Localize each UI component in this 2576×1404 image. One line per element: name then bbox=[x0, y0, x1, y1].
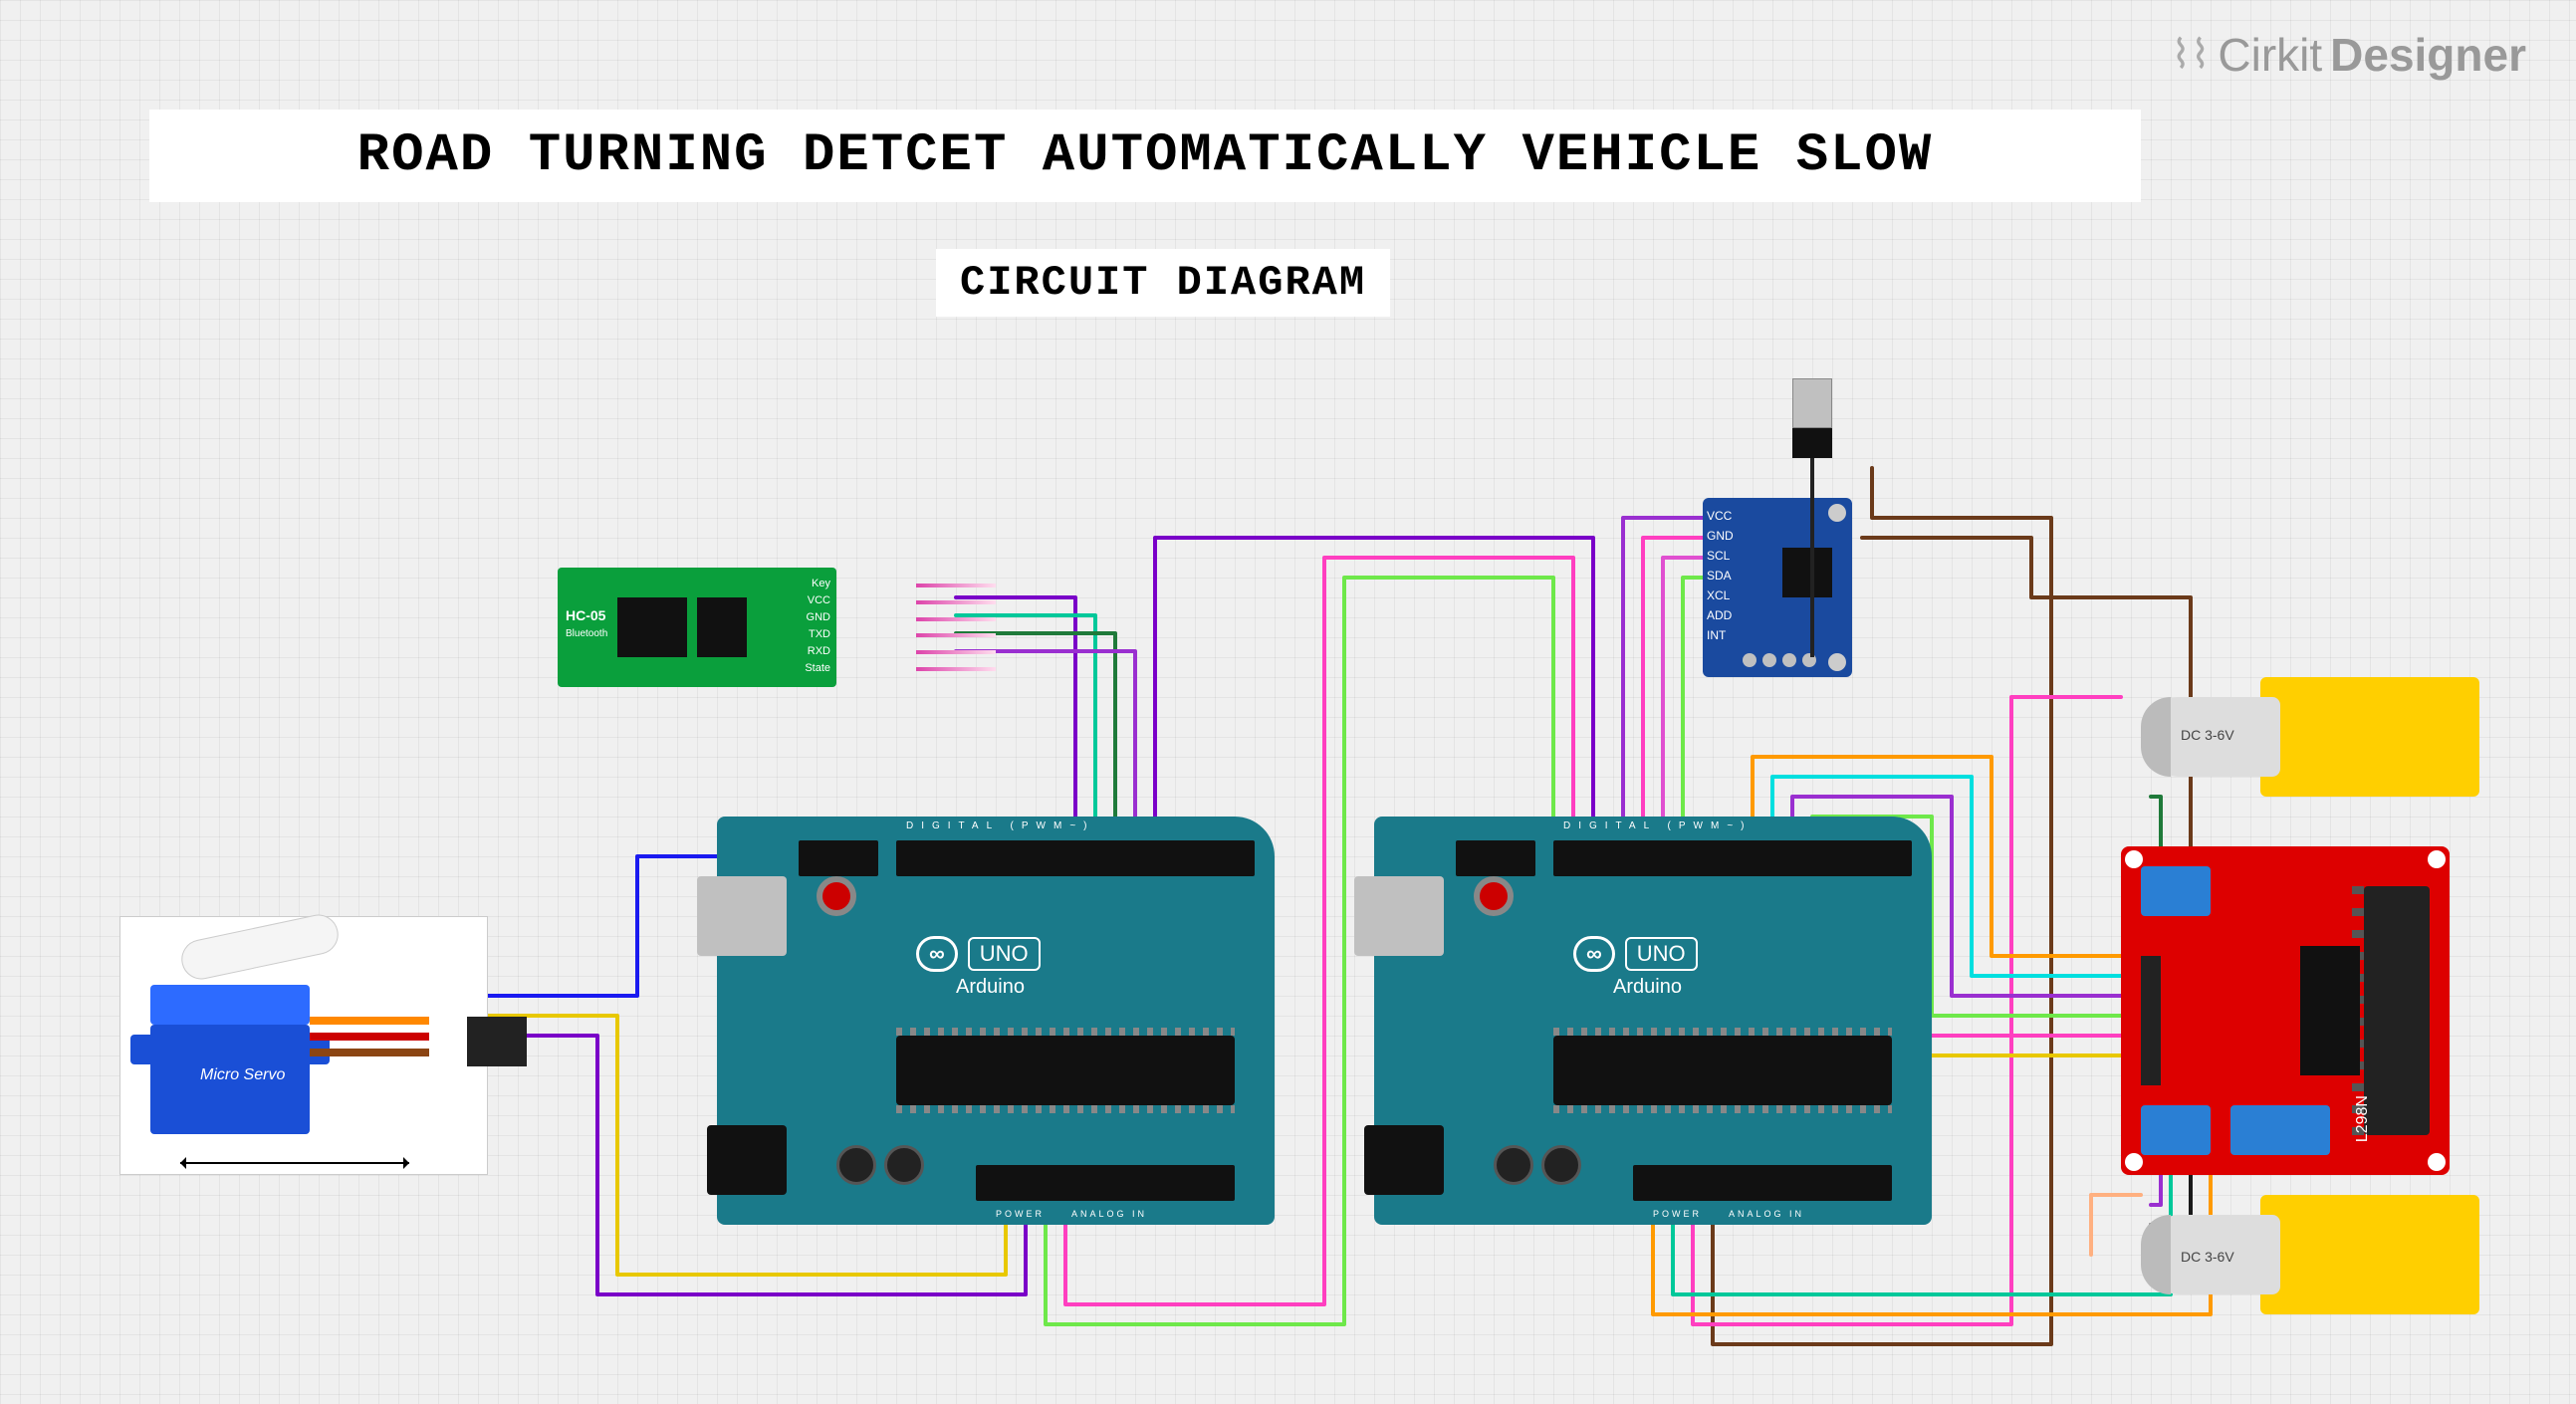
arduino2-reset-button bbox=[1474, 876, 1514, 916]
arduino2-power-analog-header bbox=[1633, 1165, 1892, 1201]
usb-cable-plug bbox=[1792, 378, 1832, 458]
wire-motorB-3 bbox=[2091, 1195, 2141, 1255]
arduino-uno-1: DIGITAL (PWM~) POWER ANALOG IN ∞ UNO Ard… bbox=[717, 817, 1275, 1225]
motor-label: DC 3-6V bbox=[2181, 1249, 2234, 1265]
motor-endcap bbox=[2141, 1215, 2171, 1294]
mpu6050-gyro-module: VCC GND SCL SDA XCL ADD INT bbox=[1703, 498, 1852, 677]
arduino2-model: UNO bbox=[1625, 937, 1698, 971]
servo-top bbox=[150, 985, 310, 1025]
arduino1-power-analog-header bbox=[976, 1165, 1235, 1201]
watermark-product: Designer bbox=[2330, 28, 2526, 82]
motor-gearbox bbox=[2260, 677, 2479, 797]
usb-plug-body bbox=[1792, 428, 1832, 458]
arduino2-logo: ∞ UNO bbox=[1573, 936, 1698, 972]
arduino1-digital-header bbox=[896, 840, 1255, 876]
mpu-chip bbox=[1782, 548, 1832, 597]
arduino2-brand: Arduino bbox=[1613, 976, 1682, 999]
arduino2-atmega-chip bbox=[1553, 1036, 1892, 1105]
arduino1-logo-icon: ∞ bbox=[916, 936, 958, 972]
l298n-power-terminal bbox=[2230, 1105, 2330, 1155]
wire-mpu-gnd bbox=[1643, 538, 1703, 856]
arduino2-digital-label: DIGITAL (PWM~) bbox=[1563, 820, 1753, 831]
arduino2-icsp-header bbox=[1456, 840, 1535, 876]
dc-gear-motor-top: DC 3-6V bbox=[2141, 677, 2479, 797]
l298n-control-header bbox=[2141, 956, 2161, 1085]
cirkit-icon: ⌇⌇ bbox=[2171, 32, 2210, 78]
arduino2-logo-icon: ∞ bbox=[1573, 936, 1615, 972]
watermark-brand: Cirkit bbox=[2218, 28, 2322, 82]
arduino2-power-jack bbox=[1364, 1125, 1444, 1195]
l298n-name: L298N bbox=[2354, 1095, 2372, 1142]
servo-range-arrow bbox=[180, 1162, 409, 1164]
hc05-pin-header bbox=[916, 578, 1006, 677]
l298n-ic bbox=[2300, 946, 2360, 1075]
servo-connector bbox=[467, 1017, 527, 1066]
mpu-solder-pads bbox=[1743, 653, 1816, 667]
diagram-title: ROAD TURNING DETCET AUTOMATICALLY VEHICL… bbox=[149, 110, 2141, 202]
l298n-out-b-terminal bbox=[2141, 1105, 2211, 1155]
mpu-mount-hole bbox=[1828, 504, 1846, 522]
arduino1-digital-label: DIGITAL (PWM~) bbox=[906, 820, 1095, 831]
wire-mpu-scl bbox=[1663, 558, 1703, 856]
arduino1-atmega-chip bbox=[896, 1036, 1235, 1105]
hc05-chip1 bbox=[617, 597, 687, 657]
l298n-out-a-terminal bbox=[2141, 866, 2211, 916]
arduino1-bottom-label: POWER ANALOG IN bbox=[996, 1209, 1147, 1219]
mpu-mount-hole bbox=[1828, 653, 1846, 671]
motor-label: DC 3-6V bbox=[2181, 727, 2234, 743]
mpu-pin-labels: VCC GND SCL SDA XCL ADD INT bbox=[1707, 506, 1734, 645]
wire-a1-b3 bbox=[1155, 538, 1593, 856]
arduino1-model: UNO bbox=[968, 937, 1041, 971]
arduino1-logo: ∞ UNO bbox=[916, 936, 1041, 972]
hc05-pin-labels: Key VCC GND TXD RXD State bbox=[805, 576, 830, 677]
usb-metal-tip bbox=[1792, 378, 1832, 428]
servo-arm bbox=[178, 911, 343, 983]
arduino2-capacitors bbox=[1494, 1145, 1581, 1185]
hc05-name: HC-05 Bluetooth bbox=[566, 607, 607, 639]
hc05-bluetooth-module: HC-05 Bluetooth Key VCC GND TXD RXD Stat… bbox=[558, 568, 916, 707]
servo-motor: Micro Servo bbox=[119, 916, 488, 1175]
arduino2-bottom-label: POWER ANALOG IN bbox=[1653, 1209, 1804, 1219]
wire-mpu-sda bbox=[1683, 578, 1703, 856]
arduino1-capacitors bbox=[836, 1145, 924, 1185]
arduino2-digital-header bbox=[1553, 840, 1912, 876]
arduino1-icsp-header bbox=[799, 840, 878, 876]
arduino1-power-jack bbox=[707, 1125, 787, 1195]
servo-label: Micro Servo bbox=[200, 1066, 285, 1084]
arduino1-brand: Arduino bbox=[956, 976, 1025, 999]
arduino1-usb-port bbox=[697, 876, 787, 956]
arduino2-usb-port bbox=[1354, 876, 1444, 956]
dc-gear-motor-bottom: DC 3-6V bbox=[2141, 1195, 2479, 1314]
arduino1-reset-button bbox=[817, 876, 856, 916]
wire-mpu-vcc bbox=[1623, 518, 1703, 856]
watermark-logo: ⌇⌇ Cirkit Designer bbox=[2171, 28, 2526, 82]
usb-cable bbox=[1810, 458, 1814, 657]
motor-endcap bbox=[2141, 697, 2171, 777]
l298n-motor-driver: L298N bbox=[2121, 846, 2450, 1175]
hc05-board: HC-05 Bluetooth Key VCC GND TXD RXD Stat… bbox=[558, 568, 836, 687]
l298n-heatsink bbox=[2364, 886, 2430, 1135]
motor-gearbox bbox=[2260, 1195, 2479, 1314]
servo-body: Micro Servo bbox=[150, 1025, 310, 1134]
arduino-uno-2: DIGITAL (PWM~) POWER ANALOG IN ∞ UNO Ard… bbox=[1374, 817, 1932, 1225]
hc05-chip2 bbox=[697, 597, 747, 657]
diagram-subtitle: CIRCUIT DIAGRAM bbox=[936, 249, 1390, 317]
servo-wires bbox=[310, 1017, 429, 1066]
